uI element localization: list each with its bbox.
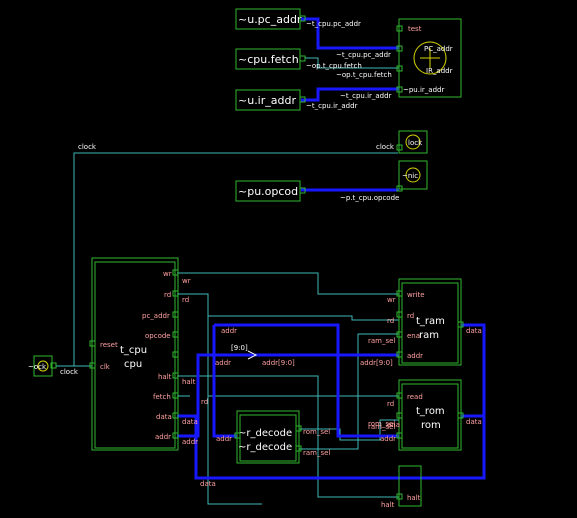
net-label-data: data	[182, 418, 198, 426]
cpu-name-label: cpu	[124, 359, 142, 370]
ram-pin-rd: rd	[407, 312, 414, 320]
ram-pin-data: data	[466, 327, 482, 335]
net-label-data-2: data	[200, 480, 216, 488]
rom-pin-read: read	[407, 393, 423, 401]
cpu-pin-addr: addr	[155, 433, 171, 441]
decoder-pin-rom-sel: rom_sel	[303, 428, 330, 436]
net-label-addr-slice-3: addr[9:0]	[360, 359, 393, 367]
decoder-label-1: ~r_decode	[238, 428, 292, 439]
port-fetch[interactable]: ~cpu.fetch	[235, 48, 306, 70]
cpu-pin-opcode: opcode	[145, 332, 171, 340]
rom-name-label: rom	[421, 420, 441, 431]
rd-ram-wire	[208, 315, 399, 321]
halt-block-label: halt	[407, 494, 421, 502]
net-label-ir-addr: ~t_cpu.ir_addr	[340, 92, 392, 100]
clock-block[interactable]: lock	[396, 130, 428, 154]
port-clock-in-label: ~ock	[28, 363, 47, 371]
schematic-canvas: ~u.pc_addr ~cpu.fetch ~u.ir_addr ~pu.opc…	[28, 8, 486, 509]
net-label-rd: rd	[182, 296, 189, 304]
net-label-halt-2: halt	[381, 501, 395, 509]
port-ir-addr[interactable]: ~u.ir_addr	[235, 89, 306, 111]
port-pc-addr-label: ~u.pc_addr	[238, 13, 302, 26]
net-label-pc-addr: ~t_cpu.pc_addr	[306, 20, 361, 28]
port-pc-addr[interactable]: ~u.pc_addr	[235, 8, 306, 30]
decoder-pin-ram-sel: ram_sel	[303, 449, 330, 457]
port-clock-in[interactable]: ~ock	[28, 355, 57, 377]
test-pin-ir-addr: IR_addr	[426, 67, 453, 75]
net-label-rd-2: rd	[201, 398, 208, 406]
net-label-opcode: ~p.t_cpu.opcode	[340, 194, 399, 202]
cpu-pin-clk: clk	[100, 363, 111, 371]
net-label-clock-2: clock	[376, 143, 395, 151]
rom-pin-data: data	[466, 418, 482, 426]
clock-block-pin: lock	[408, 139, 423, 147]
net-label-ram-sel-2: ram_sel	[368, 423, 395, 431]
cpu-pin-halt: halt	[158, 373, 172, 381]
cpu-pin-pc-addr: pc_addr	[142, 312, 170, 320]
net-label-addr-slice-2: addr[9:0]	[262, 359, 295, 367]
cpu-type-label: t_cpu	[120, 345, 147, 356]
net-label-clock: clock	[78, 143, 97, 151]
net-label-pu-ir-addr: ~pu.ir_addr	[403, 86, 444, 94]
net-label-pc-addr-2: ~t_cpu.pc_addr	[336, 51, 391, 59]
net-label-rd-ram: rd	[387, 317, 394, 325]
test-pin-pc-addr: PC_addr	[424, 45, 453, 53]
ram-type-label: t_ram	[416, 316, 445, 327]
net-label-wr-ram: wr	[387, 296, 396, 304]
cpu-pin-reset: reset	[100, 341, 118, 349]
net-label-fetch-2: ~op.t_cpu.fetch	[336, 71, 392, 79]
decoder-block[interactable]: ~r_decode ~r_decode	[234, 410, 302, 464]
wr-wire	[177, 272, 399, 295]
net-label-addr-slice: [9:0]	[231, 344, 248, 352]
ram-pin-write: write	[407, 291, 425, 299]
ram-pin-ena: ena	[407, 332, 420, 340]
net-label-clock-3: clock	[60, 368, 79, 376]
opcode-block[interactable]: ~nic	[396, 160, 428, 192]
halt-block[interactable]: halt	[396, 465, 422, 507]
ram-name-label: ram	[419, 330, 439, 341]
net-label-halt: halt	[182, 378, 196, 386]
rom-pin-addr: addr	[380, 435, 396, 443]
rom-pin-rd: rd	[387, 400, 394, 408]
net-label-wr: wr	[182, 277, 191, 285]
net-label-ir-addr-2: ~t_cpu.ir_addr	[306, 102, 358, 110]
port-opcode-label: ~pu.opcod	[238, 185, 298, 198]
net-label-ram-sel: ram_sel	[368, 337, 395, 345]
port-ir-addr-label: ~u.ir_addr	[238, 94, 296, 107]
cpu-block[interactable]: t_cpu cpu reset clk wr rd pc_addr opcode…	[89, 257, 179, 451]
port-fetch-label: ~cpu.fetch	[238, 53, 299, 66]
ram-pin-addr: addr	[407, 352, 423, 360]
decoder-label-2: ~r_decode	[238, 442, 292, 453]
port-opcode[interactable]: ~pu.opcod	[235, 180, 306, 202]
ram-block[interactable]: t_ram ram write rd ena addr data	[396, 278, 482, 366]
cpu-pin-fetch: fetch	[153, 393, 171, 401]
test-block-label: test	[408, 25, 422, 33]
data-bus	[177, 323, 486, 480]
net-label-addr-bus: addr	[221, 327, 237, 335]
net-label-addr-2: addr	[215, 359, 231, 367]
opcode-block-pin: ~nic	[402, 172, 418, 180]
rom-type-label: t_rom	[416, 406, 445, 417]
net-label-fetch: ~op.t_cpu.fetch	[306, 62, 362, 70]
net-label-addr: addr	[182, 438, 198, 446]
decoder-pin-addr: addr	[216, 435, 232, 443]
cpu-pin-rd: rd	[164, 291, 171, 299]
cpu-pin-data: data	[156, 413, 172, 421]
cpu-pin-wr: wr	[163, 270, 172, 278]
